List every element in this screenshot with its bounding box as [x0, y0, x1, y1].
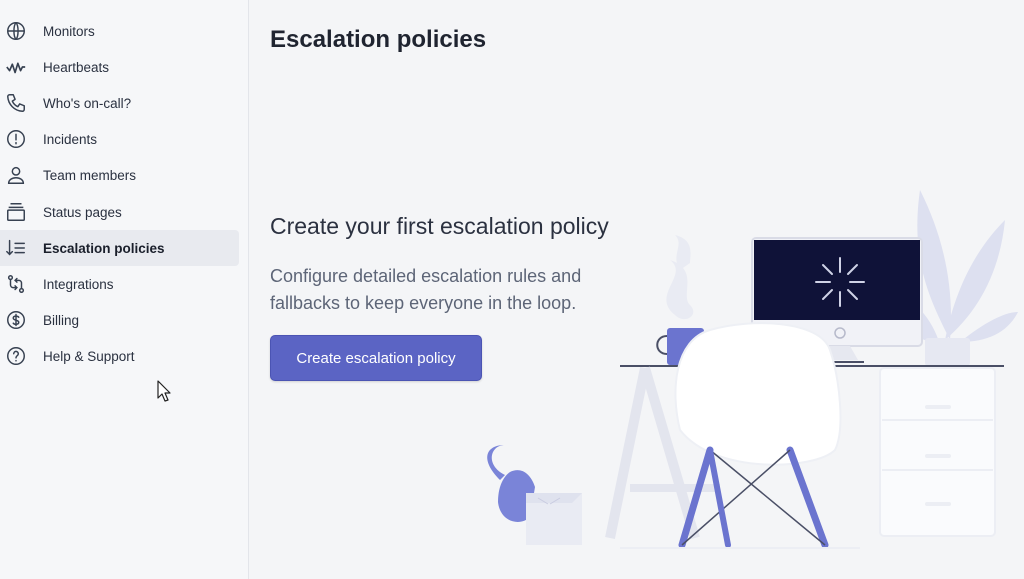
sidebar-item-integrations[interactable]: Integrations — [0, 266, 239, 302]
sidebar-item-label: Team members — [43, 167, 137, 183]
sidebar-item-label: Billing — [43, 312, 80, 328]
mouse-cursor-icon — [157, 380, 171, 402]
steam-illustration — [666, 235, 694, 320]
alert-circle-icon — [4, 127, 28, 151]
sidebar-item-label: Status pages — [43, 204, 122, 220]
sidebar-item-label: Escalation policies — [43, 240, 165, 256]
page-title: Escalation policies — [270, 26, 487, 53]
sidebar-item-whos-on-call[interactable]: Who's on-call? — [0, 85, 239, 121]
phone-icon — [4, 91, 28, 115]
help-icon — [4, 344, 28, 368]
cat-illustration — [487, 445, 582, 545]
sidebar: Monitors Heartbeats Who's on-call? Incid… — [0, 0, 249, 579]
status-pages-icon — [4, 200, 28, 224]
sidebar-item-label: Monitors — [43, 23, 95, 39]
sidebar-item-heartbeats[interactable]: Heartbeats — [0, 49, 239, 85]
dollar-icon — [4, 308, 28, 332]
sidebar-item-help-support[interactable]: Help & Support — [0, 338, 239, 374]
globe-icon — [4, 19, 28, 43]
sidebar-item-incidents[interactable]: Incidents — [0, 121, 239, 157]
heartbeat-icon — [4, 55, 28, 79]
chair-illustration — [620, 322, 860, 549]
escalation-icon — [4, 236, 28, 260]
sidebar-item-status-pages[interactable]: Status pages — [0, 194, 239, 230]
sidebar-item-label: Integrations — [43, 276, 114, 292]
user-icon — [4, 163, 28, 187]
sidebar-item-monitors[interactable]: Monitors — [0, 13, 239, 49]
sidebar-item-label: Help & Support — [43, 348, 135, 364]
sidebar-item-billing[interactable]: Billing — [0, 302, 239, 338]
sidebar-item-escalation-policies[interactable]: Escalation policies — [0, 230, 239, 266]
sidebar-item-label: Heartbeats — [43, 59, 110, 75]
empty-state-illustration — [487, 190, 1018, 549]
sidebar-item-label: Who's on-call? — [43, 95, 132, 111]
integrations-icon — [4, 272, 28, 296]
sidebar-item-team-members[interactable]: Team members — [0, 157, 239, 193]
sidebar-item-label: Incidents — [43, 131, 98, 147]
